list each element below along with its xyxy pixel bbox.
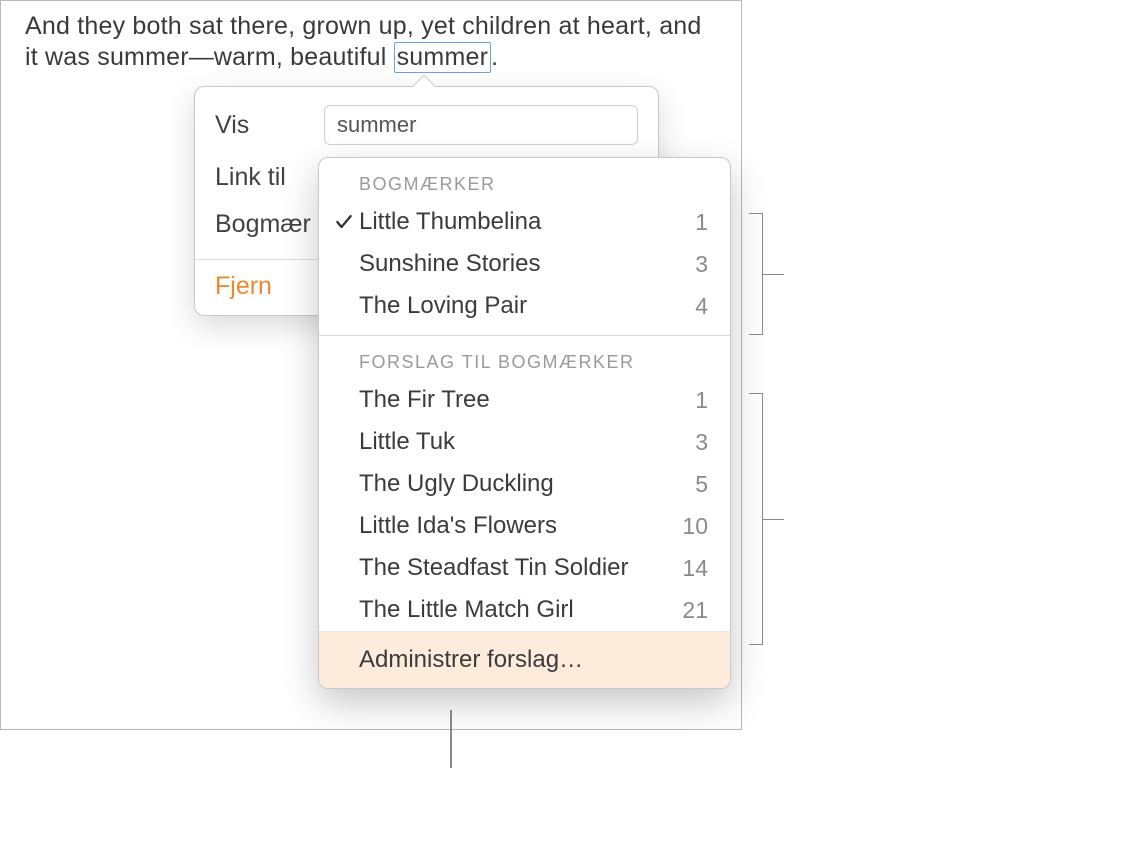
suggestion-item-count: 3 (695, 429, 708, 456)
label-show: Vis (215, 111, 324, 140)
suggestion-item[interactable]: The Steadfast Tin Soldier 14 (319, 547, 730, 589)
document-paragraph[interactable]: And they both sat there, grown up, yet c… (1, 1, 741, 74)
manage-suggestions-button[interactable]: Administrer forslag… (319, 631, 730, 688)
suggestion-item[interactable]: The Ugly Duckling 5 (319, 463, 730, 505)
suggestion-item-count: 21 (682, 597, 708, 624)
show-input[interactable] (324, 105, 638, 145)
section-header-bookmarks: BOGMÆRKER (319, 158, 730, 201)
suggestion-item-label: The Steadfast Tin Soldier (359, 554, 672, 582)
suggestion-item[interactable]: The Fir Tree 1 (319, 379, 730, 421)
suggestion-item[interactable]: The Little Match Girl 21 (319, 589, 730, 631)
suggestion-item-label: The Fir Tree (359, 386, 685, 414)
suggestion-item[interactable]: Little Ida's Flowers 10 (319, 505, 730, 547)
suggestion-item-label: The Little Match Girl (359, 596, 672, 624)
popover-arrow (411, 75, 435, 87)
bookmark-item-count: 3 (695, 251, 708, 278)
bookmark-dropdown: BOGMÆRKER Little Thumbelina 1 Sunshine S… (318, 157, 731, 689)
remove-button[interactable]: Fjern (215, 272, 272, 301)
callout-bracket-suggestions (745, 393, 763, 645)
callout-bracket-bookmarks (745, 213, 763, 335)
suggestion-item-count: 1 (695, 387, 708, 414)
suggestion-item-label: Little Tuk (359, 428, 685, 456)
selected-word[interactable]: summer (394, 42, 491, 73)
bookmark-item-label: Sunshine Stories (359, 250, 685, 278)
section-header-suggestions: FORSLAG TIL BOGMÆRKER (319, 336, 730, 379)
suggestion-item[interactable]: Little Tuk 3 (319, 421, 730, 463)
bookmark-item-count: 1 (695, 209, 708, 236)
bookmark-item-label: The Loving Pair (359, 292, 685, 320)
bookmark-item[interactable]: Sunshine Stories 3 (319, 243, 730, 285)
suggestion-item-count: 10 (682, 513, 708, 540)
suggestion-item-count: 14 (682, 555, 708, 582)
suggestion-item-count: 5 (695, 471, 708, 498)
suggestion-item-label: The Ugly Duckling (359, 470, 685, 498)
paragraph-text-before: And they both sat there, grown up, yet c… (25, 12, 702, 71)
callout-pointer-manage (450, 710, 452, 768)
bookmark-item[interactable]: Little Thumbelina 1 (319, 201, 730, 243)
suggestion-item-label: Little Ida's Flowers (359, 512, 672, 540)
bookmark-item[interactable]: The Loving Pair 4 (319, 285, 730, 327)
bookmark-item-label: Little Thumbelina (359, 208, 685, 236)
check-icon (329, 212, 359, 232)
paragraph-text-after: . (491, 43, 498, 71)
bookmark-item-count: 4 (695, 293, 708, 320)
